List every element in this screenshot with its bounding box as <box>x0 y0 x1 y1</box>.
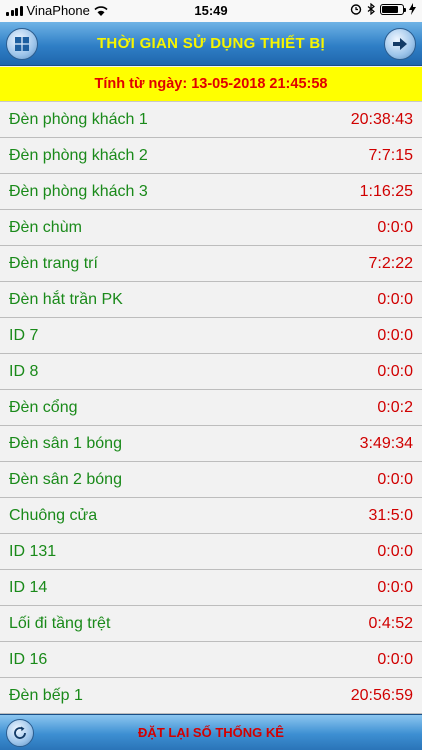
device-row[interactable]: Đèn cổng 0:0:2 <box>0 390 422 426</box>
page-title: THỜI GIAN SỬ DỤNG THIẾT BỊ <box>96 35 326 52</box>
device-name: Đèn sân 2 bóng <box>9 470 122 488</box>
status-right <box>350 3 416 15</box>
next-button[interactable] <box>384 28 416 60</box>
device-name: Chuông cửa <box>9 506 98 524</box>
device-name: ID 16 <box>9 650 48 668</box>
device-row[interactable]: Lối đi tầng trệt 0:4:52 <box>0 606 422 642</box>
device-name: Đèn trang trí <box>9 254 98 272</box>
device-name: ID 7 <box>9 326 39 344</box>
device-usage-time: 0:0:0 <box>377 578 413 596</box>
windows-menu-icon <box>15 37 29 51</box>
device-row[interactable]: Đèn phòng khách 1 20:38:43 <box>0 102 422 138</box>
device-usage-time: 20:38:43 <box>350 110 413 128</box>
device-name: Đèn bếp 1 <box>9 686 83 704</box>
device-name: Đèn cổng <box>9 398 78 416</box>
device-name: Đèn phòng khách 2 <box>9 146 148 164</box>
device-usage-time: 0:0:0 <box>377 650 413 668</box>
device-usage-time: 0:0:2 <box>377 398 413 416</box>
device-usage-time: 0:0:0 <box>377 326 413 344</box>
footer-bar: ĐẶT LẠI SỐ THỐNG KÊ <box>0 714 422 750</box>
device-row[interactable]: Đèn phòng khách 3 1:16:25 <box>0 174 422 210</box>
device-usage-time: 0:0:0 <box>377 470 413 488</box>
device-usage-time: 0:0:0 <box>377 218 413 236</box>
device-usage-time: 0:4:52 <box>368 614 413 632</box>
status-bar: VinaPhone 15:49 <box>0 0 422 22</box>
alarm-icon <box>350 4 362 15</box>
device-row[interactable]: ID 14 0:0:0 <box>0 570 422 606</box>
device-usage-time: 0:0:0 <box>377 362 413 380</box>
device-name: ID 8 <box>9 362 39 380</box>
device-name: Đèn chùm <box>9 218 82 236</box>
device-row[interactable]: Đèn trang trí 7:2:22 <box>0 246 422 282</box>
arrow-right-icon <box>393 38 407 50</box>
device-row[interactable]: Đèn phòng khách 2 7:7:15 <box>0 138 422 174</box>
charging-icon <box>409 3 416 15</box>
windows-menu-button[interactable] <box>6 28 38 60</box>
device-row[interactable]: ID 16 0:0:0 <box>0 642 422 678</box>
device-usage-time: 3:49:34 <box>359 434 413 452</box>
device-usage-time: 0:0:0 <box>377 542 413 560</box>
device-name: ID 131 <box>9 542 57 560</box>
battery-icon <box>380 3 406 15</box>
device-usage-list: Đèn phòng khách 1 20:38:43 Đèn phòng khách… <box>0 102 422 714</box>
device-usage-time: 7:7:15 <box>368 146 413 164</box>
header-bar: THỜI GIAN SỬ DỤNG THIẾT BỊ <box>0 22 422 66</box>
device-row[interactable]: ID 7 0:0:0 <box>0 318 422 354</box>
device-name: Đèn phòng khách 3 <box>9 182 148 200</box>
device-name: ID 14 <box>9 578 48 596</box>
device-row[interactable]: Đèn sân 2 bóng 0:0:0 <box>0 462 422 498</box>
device-row[interactable]: Đèn bếp 1 20:56:59 <box>0 678 422 714</box>
device-name: Đèn hắt trần PK <box>9 290 123 308</box>
device-row[interactable]: Đèn hắt trần PK 0:0:0 <box>0 282 422 318</box>
device-usage-time: 0:0:0 <box>377 290 413 308</box>
device-usage-time: 31:5:0 <box>368 506 413 524</box>
device-row[interactable]: Đèn chùm 0:0:0 <box>0 210 422 246</box>
device-row[interactable]: Chuông cửa 31:5:0 <box>0 498 422 534</box>
device-usage-time: 1:16:25 <box>359 182 413 200</box>
device-name: Đèn phòng khách 1 <box>9 110 148 128</box>
reset-statistics-button[interactable]: ĐẶT LẠI SỐ THỐNG KÊ <box>0 715 422 750</box>
device-row[interactable]: ID 8 0:0:0 <box>0 354 422 390</box>
bluetooth-icon <box>367 3 375 15</box>
device-row[interactable]: Đèn sân 1 bóng 3:49:34 <box>0 426 422 462</box>
device-usage-time: 7:2:22 <box>368 254 413 272</box>
device-row[interactable]: ID 131 0:0:0 <box>0 534 422 570</box>
device-name: Đèn sân 1 bóng <box>9 434 122 452</box>
since-date-banner: Tính từ ngày: 13-05-2018 21:45:58 <box>0 67 422 102</box>
device-name: Lối đi tầng trệt <box>9 614 111 632</box>
device-usage-time: 20:56:59 <box>350 686 413 704</box>
